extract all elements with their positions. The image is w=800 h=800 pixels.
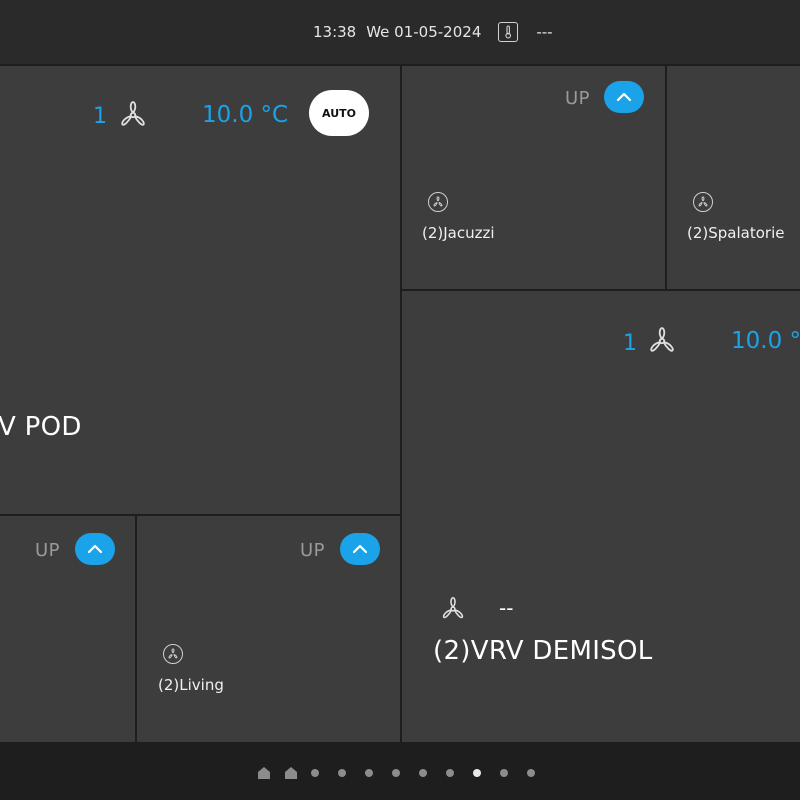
tile-name: (2)Living (158, 676, 224, 694)
up-label: UP (300, 540, 326, 561)
tile-living[interactable]: UP (2)Living (137, 516, 400, 742)
tile-vrv-demisol[interactable]: 1 10.0 °C -- (2)VRV DEMISOL (402, 291, 800, 742)
up-button[interactable] (75, 533, 115, 565)
page-dot[interactable] (338, 769, 346, 777)
fan-icon (650, 327, 674, 352)
fan-icon (121, 101, 145, 126)
page-dot[interactable] (365, 769, 373, 777)
temperature-setpoint: 10.0 °C (202, 102, 289, 128)
fan-speed-value: 1 (93, 104, 107, 129)
page-dot-active[interactable] (473, 769, 481, 777)
chevron-up-icon (616, 92, 632, 102)
fan-icon (693, 192, 713, 212)
tile-jacuzzi[interactable]: UP (2)Jacuzzi (402, 66, 665, 289)
up-label: UP (35, 540, 61, 561)
tile-spalatorie[interactable]: (2)Spalatorie (667, 66, 800, 289)
up-button[interactable] (604, 81, 644, 113)
page-dot[interactable] (419, 769, 427, 777)
auto-mode-button[interactable]: AUTO (309, 90, 369, 136)
chevron-up-icon (352, 544, 368, 554)
thermometer-icon (498, 22, 519, 42)
fan-status-value: -- (499, 596, 514, 620)
status-info: 13:38 We 01-05-2024 --- (313, 20, 553, 44)
fan-icon (163, 644, 183, 664)
fan-icon (428, 192, 448, 212)
tile-name: (2)VRV DEMISOL (433, 636, 653, 666)
fan-icon (442, 596, 464, 619)
home-icon[interactable] (284, 766, 298, 780)
thermo-value: --- (536, 23, 553, 41)
home-icon[interactable] (257, 766, 271, 780)
page-dot[interactable] (392, 769, 400, 777)
up-label: UP (565, 88, 591, 109)
page-indicator (257, 766, 554, 780)
current-date: We 01-05-2024 (366, 23, 482, 41)
fan-speed-value: 1 (623, 331, 637, 356)
tile-name: V POD (0, 412, 82, 442)
page-dot[interactable] (446, 769, 454, 777)
top-status-bar: 13:38 We 01-05-2024 --- (0, 0, 800, 64)
clock-time: 13:38 (313, 23, 357, 41)
tile-name: (2)Spalatorie (687, 224, 785, 242)
tile-name: (2)Jacuzzi (422, 224, 495, 242)
page-dot[interactable] (527, 769, 535, 777)
tile-vrv-pod[interactable]: 1 10.0 °C AUTO V POD (0, 66, 400, 514)
up-button[interactable] (340, 533, 380, 565)
tile-bottom-left[interactable]: UP (0, 516, 135, 742)
temperature-setpoint: 10.0 °C (731, 328, 800, 354)
chevron-up-icon (87, 544, 103, 554)
page-dot[interactable] (500, 769, 508, 777)
page-dot[interactable] (311, 769, 319, 777)
